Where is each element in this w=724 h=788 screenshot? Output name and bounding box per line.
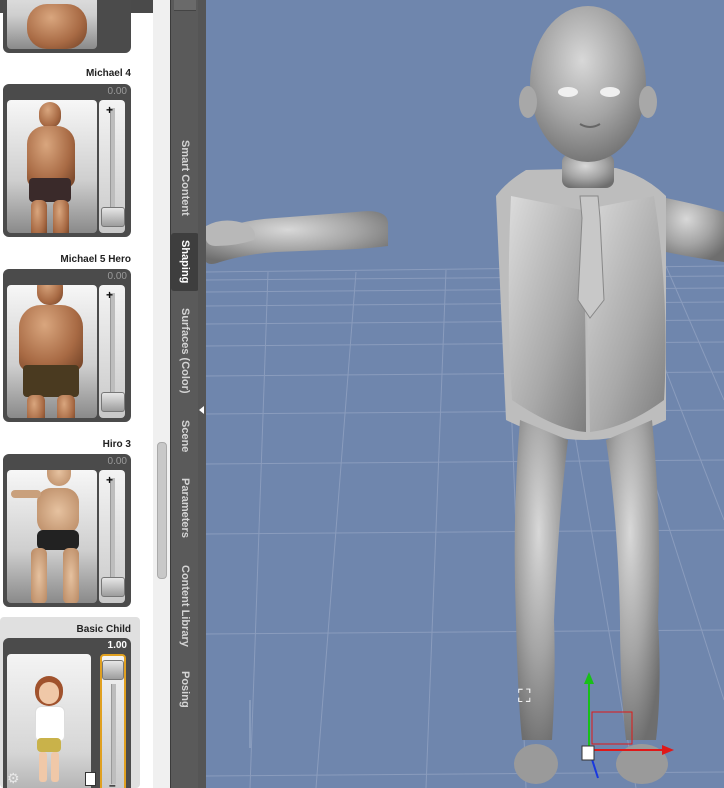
gear-icon[interactable]: ⚙ [7, 770, 20, 787]
tab-shaping[interactable]: Shaping [171, 233, 199, 291]
tab-content-library[interactable]: Content Library [171, 556, 199, 656]
figure-card-hiro-3[interactable]: 0.00 + [3, 454, 131, 607]
tab-posing[interactable]: Posing [171, 664, 199, 714]
morph-value: 0.00 [107, 456, 127, 467]
morph-value: 0.00 [107, 86, 127, 97]
morph-slider[interactable]: + [99, 285, 125, 418]
tool-cursor-icon: ⛶ [518, 686, 531, 706]
figure-name: Michael 4 [85, 68, 131, 79]
panel-divider[interactable] [198, 0, 206, 788]
plus-icon: + [106, 103, 114, 117]
plus-icon: + [106, 473, 114, 487]
figure-thumbnail[interactable] [7, 100, 97, 233]
dial-icon [85, 772, 96, 786]
shaping-panel: Michael 4 0.00 + Michael 5 Hero 0.00 + H… [0, 0, 170, 788]
figure-name: Basic Child [76, 624, 131, 635]
tab-smart-content[interactable]: Smart Content [171, 130, 199, 226]
menu-icon[interactable] [174, 0, 196, 11]
figure-thumbnail[interactable] [7, 285, 97, 418]
tab-surfaces-color[interactable]: Surfaces (Color) [171, 298, 199, 404]
morph-value: 1.00 [107, 640, 127, 651]
morph-slider[interactable]: – [100, 654, 126, 788]
slider-handle[interactable] [101, 207, 125, 227]
tab-parameters[interactable]: Parameters [171, 468, 199, 548]
plus-icon: + [106, 288, 114, 302]
figure-name: Michael 5 Hero [60, 254, 131, 265]
slider-handle[interactable] [101, 392, 125, 412]
figure-thumbnail[interactable] [7, 654, 91, 788]
tab-scene[interactable]: Scene [171, 412, 199, 460]
figure-card-michael-5-hero[interactable]: 0.00 + [3, 269, 131, 422]
panel-scrollbar[interactable] [153, 0, 170, 788]
morph-slider[interactable]: + [99, 100, 125, 233]
scrollbar-thumb[interactable] [157, 442, 167, 579]
figure-card-michael-4[interactable]: 0.00 + [3, 84, 131, 237]
slider-handle[interactable] [101, 577, 125, 597]
figure-name: Hiro 3 [102, 439, 131, 450]
figure-thumbnail [7, 0, 97, 49]
figure-card-partial[interactable] [3, 0, 131, 53]
minus-icon: – [109, 778, 116, 788]
figure-card-basic-child[interactable]: 1.00 – ⚙ [3, 638, 131, 788]
morph-slider[interactable]: + [99, 470, 125, 603]
slider-handle[interactable] [102, 660, 124, 680]
3d-viewport[interactable]: ⛶ [206, 0, 724, 788]
transform-gizmo[interactable] [206, 0, 724, 788]
figure-thumbnail[interactable] [7, 470, 97, 603]
morph-value: 0.00 [107, 271, 127, 282]
side-tab-strip: Smart Content Shaping Surfaces (Color) S… [170, 0, 200, 788]
collapse-arrow-icon[interactable] [199, 406, 204, 414]
